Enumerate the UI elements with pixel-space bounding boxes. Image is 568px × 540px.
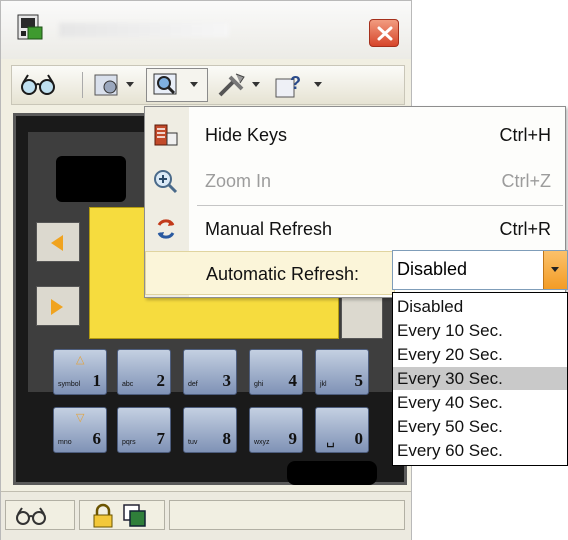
svg-text:?: ? (290, 73, 301, 93)
menu-item-label: Manual Refresh (205, 219, 333, 239)
key-letters: mno (58, 439, 72, 446)
key-1[interactable]: △ symbol 1 (53, 349, 107, 395)
redacted-region (56, 156, 126, 202)
close-icon (377, 26, 393, 41)
option-every-10-sec[interactable]: Every 10 Sec. (393, 319, 567, 342)
app-icon (17, 14, 43, 40)
status-bar (1, 491, 411, 540)
key-number: 6 (92, 429, 102, 448)
key-6[interactable]: ▽ mno 6 (53, 407, 107, 453)
menu-item-automatic-refresh[interactable]: Automatic Refresh: (145, 251, 395, 295)
menu-separator (197, 205, 563, 206)
menu-item-label: Zoom In (205, 171, 272, 191)
key-5[interactable]: jkl 5 (315, 349, 369, 395)
right-arrow-icon (51, 299, 63, 315)
menu-item-zoom-in[interactable]: Zoom In Ctrl+Z (145, 159, 565, 203)
status-pane-view (5, 500, 75, 530)
option-every-50-sec[interactable]: Every 50 Sec. (393, 415, 567, 438)
menu-item-hide-keys[interactable]: Hide Keys Ctrl+H (145, 113, 565, 157)
key-letters: pqrs (122, 439, 136, 446)
key-letters: tuv (188, 439, 198, 446)
key-letters: wxyz (254, 439, 270, 446)
hide-keys-icon (154, 124, 178, 146)
option-every-20-sec[interactable]: Every 20 Sec. (393, 343, 567, 366)
key-7[interactable]: pqrs 7 (117, 407, 171, 453)
key-letters: jkl (320, 381, 327, 388)
window-title (59, 23, 229, 37)
key-number: 3 (222, 371, 232, 390)
auto-refresh-dropdown-button[interactable] (543, 251, 567, 289)
left-arrow-icon (51, 235, 63, 251)
key-2[interactable]: abc 2 (117, 349, 171, 395)
key-number: 7 (156, 429, 166, 448)
option-every-30-sec[interactable]: Every 30 Sec. (393, 367, 567, 390)
key-letters: def (188, 381, 198, 388)
key-number: 2 (156, 371, 166, 390)
key-number: 5 (354, 371, 364, 390)
key-number: 4 (288, 371, 298, 390)
menu-item-manual-refresh[interactable]: Manual Refresh Ctrl+R (145, 207, 565, 251)
auto-refresh-selected-value: Disabled (397, 259, 468, 279)
left-arrow-button[interactable] (36, 222, 80, 262)
auto-refresh-options: Disabled Every 10 Sec. Every 20 Sec. Eve… (392, 292, 568, 466)
right-soft-button[interactable] (341, 297, 383, 339)
option-disabled[interactable]: Disabled (393, 295, 567, 318)
lock-icon (93, 503, 113, 528)
menu-item-shortcut: Ctrl+H (499, 125, 551, 145)
down-arrow-icon: ▽ (76, 412, 85, 424)
magnifier-icon[interactable] (152, 71, 182, 99)
key-0[interactable]: ␣ 0 (315, 407, 369, 453)
key-9[interactable]: wxyz 9 (249, 407, 303, 453)
tools-dropdown-arrow[interactable] (252, 82, 260, 87)
copy-icon (123, 504, 146, 527)
key-3[interactable]: def 3 (183, 349, 237, 395)
space-icon: ␣ (326, 431, 335, 447)
key-letters: symbol (58, 381, 81, 388)
status-pane-message (169, 500, 405, 530)
refresh-icon (157, 219, 175, 239)
auto-refresh-select[interactable]: Disabled (392, 250, 568, 290)
redacted-region (287, 461, 377, 485)
chevron-down-icon (551, 267, 559, 272)
settings-icon[interactable] (92, 71, 124, 99)
right-arrow-button[interactable] (36, 286, 80, 326)
key-number: 8 (222, 429, 232, 448)
help-icon[interactable]: ? (274, 71, 308, 99)
glasses-icon (16, 507, 46, 525)
toolbar-separator (82, 72, 83, 98)
menu-item-shortcut: Ctrl+R (499, 219, 551, 239)
key-number: 1 (92, 371, 102, 390)
up-arrow-icon: △ (76, 354, 85, 366)
key-number: 9 (288, 429, 298, 448)
status-pane-lock (79, 500, 165, 530)
key-number: 0 (354, 429, 364, 448)
tools-icon[interactable] (216, 71, 248, 99)
key-4[interactable]: ghi 4 (249, 349, 303, 395)
settings-dropdown-arrow[interactable] (126, 82, 134, 87)
key-8[interactable]: tuv 8 (183, 407, 237, 453)
option-every-40-sec[interactable]: Every 40 Sec. (393, 391, 567, 414)
menu-item-label: Automatic Refresh: (206, 264, 360, 284)
help-dropdown-arrow[interactable] (314, 82, 322, 87)
glasses-icon[interactable] (18, 71, 58, 99)
toolbar: ? (11, 65, 405, 105)
key-letters: ghi (254, 381, 264, 388)
menu-item-shortcut: Ctrl+Z (501, 171, 552, 191)
title-bar[interactable] (1, 1, 411, 59)
close-button[interactable] (369, 19, 399, 47)
menu-item-label: Hide Keys (205, 125, 288, 145)
zoom-in-icon (154, 170, 178, 194)
view-dropdown-arrow[interactable] (190, 82, 198, 87)
option-every-60-sec[interactable]: Every 60 Sec. (393, 439, 567, 462)
key-letters: abc (122, 381, 134, 388)
